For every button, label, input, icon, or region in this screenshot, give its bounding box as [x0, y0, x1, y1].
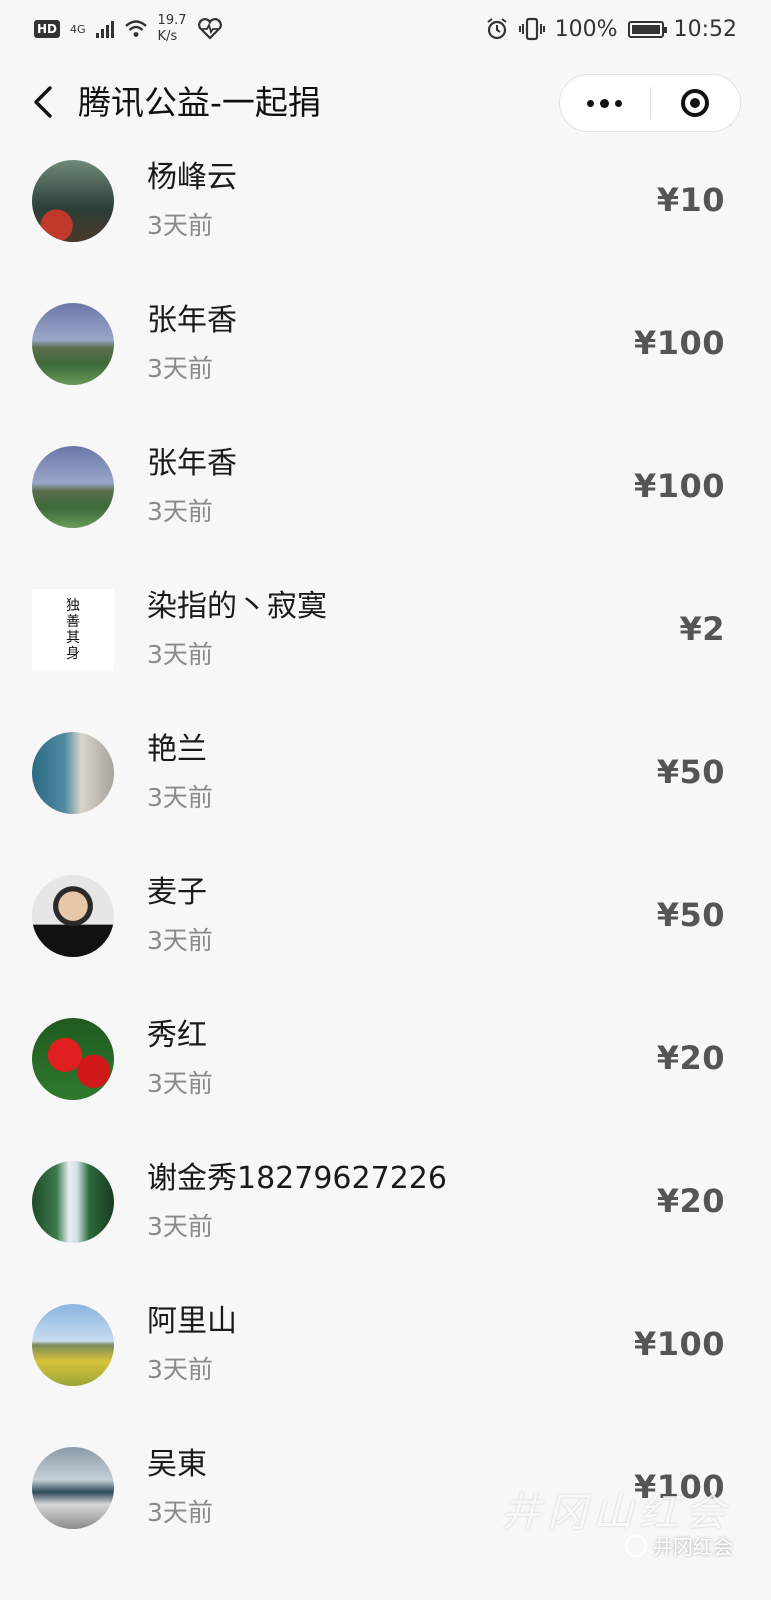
- donor-name: 秀红: [147, 1018, 207, 1053]
- donor-time: 3天前: [147, 1355, 213, 1384]
- heart-rate-icon: [197, 18, 222, 40]
- avatar: [32, 303, 114, 385]
- donor-row[interactable]: 谢金秀18279627226 3天前 ¥20: [0, 1141, 771, 1284]
- wechat-account-icon: [625, 1534, 647, 1557]
- avatar: [32, 160, 114, 242]
- back-button[interactable]: [24, 82, 64, 122]
- clock: 10:52: [673, 16, 737, 42]
- avatar: [32, 1304, 114, 1386]
- mini-program-capsule: [559, 74, 741, 132]
- donor-amount: ¥50: [656, 896, 725, 934]
- avatar: [32, 875, 114, 957]
- speed-unit: K/s: [157, 29, 178, 44]
- donor-name: 谢金秀18279627226: [147, 1161, 447, 1196]
- donor-name: 张年香: [147, 303, 237, 338]
- watermark-label: 井冈红会: [653, 1535, 733, 1559]
- donor-time: 3天前: [147, 783, 213, 812]
- status-bar: HD 4G 19.7 K/s 100% 10:52: [0, 0, 771, 58]
- wifi-icon: [124, 20, 147, 37]
- donor-row[interactable]: 麦子 3天前 ¥50: [0, 855, 771, 998]
- donor-name: 艳兰: [147, 732, 207, 767]
- avatar: [32, 1447, 114, 1529]
- watermark-brush-text: 井冈山红会: [501, 1490, 731, 1536]
- donor-amount: ¥100: [633, 1325, 725, 1363]
- screen: HD 4G 19.7 K/s 100% 10:52 腾讯公益-一起捐 杨峰云 3…: [0, 0, 771, 1600]
- donor-amount: ¥100: [633, 467, 725, 505]
- title-bar: 腾讯公益-一起捐: [0, 68, 771, 138]
- donor-time: 3天前: [147, 640, 213, 669]
- avatar: [32, 1018, 114, 1100]
- donor-time: 3天前: [147, 497, 213, 526]
- donor-name: 张年香: [147, 446, 237, 481]
- donor-time: 3天前: [147, 1498, 213, 1527]
- battery-percent: 100%: [554, 16, 618, 42]
- donor-name: 染指的丶寂寞: [147, 589, 327, 624]
- network-type: 4G: [70, 22, 86, 36]
- status-bar-right: 100% 10:52: [485, 17, 737, 42]
- donor-amount: ¥20: [656, 1182, 725, 1220]
- avatar: [32, 446, 114, 528]
- avatar: [32, 732, 114, 814]
- donor-time: 3天前: [147, 211, 213, 240]
- donor-list: 杨峰云 3天前 ¥10 张年香 3天前 ¥100 张年香 3天前 ¥100 独 …: [0, 140, 771, 1570]
- donor-name: 麦子: [147, 875, 207, 910]
- donor-amount: ¥10: [656, 181, 725, 219]
- donor-row[interactable]: 独 善 其 身 染指的丶寂寞 3天前 ¥2: [0, 569, 771, 712]
- donor-amount: ¥20: [656, 1039, 725, 1077]
- donor-row[interactable]: 艳兰 3天前 ¥50: [0, 712, 771, 855]
- donor-time: 3天前: [147, 1069, 213, 1098]
- alarm-icon: [487, 18, 507, 40]
- donor-name: 阿里山: [147, 1304, 237, 1339]
- donor-row[interactable]: 杨峰云 3天前 ¥10: [0, 140, 771, 283]
- more-dots-icon: [584, 98, 625, 108]
- donor-time: 3天前: [147, 1212, 213, 1241]
- watermark: 井冈红会: [625, 1531, 733, 1560]
- hd-badge: HD: [34, 20, 61, 38]
- donor-row[interactable]: 阿里山 3天前 ¥100: [0, 1284, 771, 1427]
- signal-icon: [95, 20, 114, 38]
- donor-time: 3天前: [147, 354, 213, 383]
- donor-row[interactable]: 张年香 3天前 ¥100: [0, 283, 771, 426]
- donor-amount: ¥100: [633, 324, 725, 362]
- more-button[interactable]: [560, 75, 650, 131]
- calligraphy-text: 独 善 其 身: [66, 598, 80, 662]
- vibrate-icon: [518, 17, 545, 41]
- donor-amount: ¥2: [679, 610, 725, 648]
- donor-row[interactable]: 张年香 3天前 ¥100: [0, 426, 771, 569]
- chevron-left-icon: [34, 86, 52, 118]
- donor-name: 吴東: [147, 1447, 207, 1482]
- donor-amount: ¥50: [656, 753, 725, 791]
- avatar: 独 善 其 身: [32, 589, 114, 671]
- status-bar-left: HD 4G 19.7 K/s: [34, 13, 223, 45]
- donor-name: 杨峰云: [147, 160, 237, 195]
- battery-icon: [627, 20, 667, 38]
- avatar: [32, 1161, 114, 1243]
- target-circle-icon: [681, 89, 710, 117]
- page-title: 腾讯公益-一起捐: [78, 83, 321, 122]
- network-speed: 19.7 K/s: [158, 13, 187, 45]
- donor-time: 3天前: [147, 926, 213, 955]
- donor-row[interactable]: 秀红 3天前 ¥20: [0, 998, 771, 1141]
- close-mini-program-button[interactable]: [651, 75, 741, 131]
- speed-value: 19.7: [157, 13, 187, 28]
